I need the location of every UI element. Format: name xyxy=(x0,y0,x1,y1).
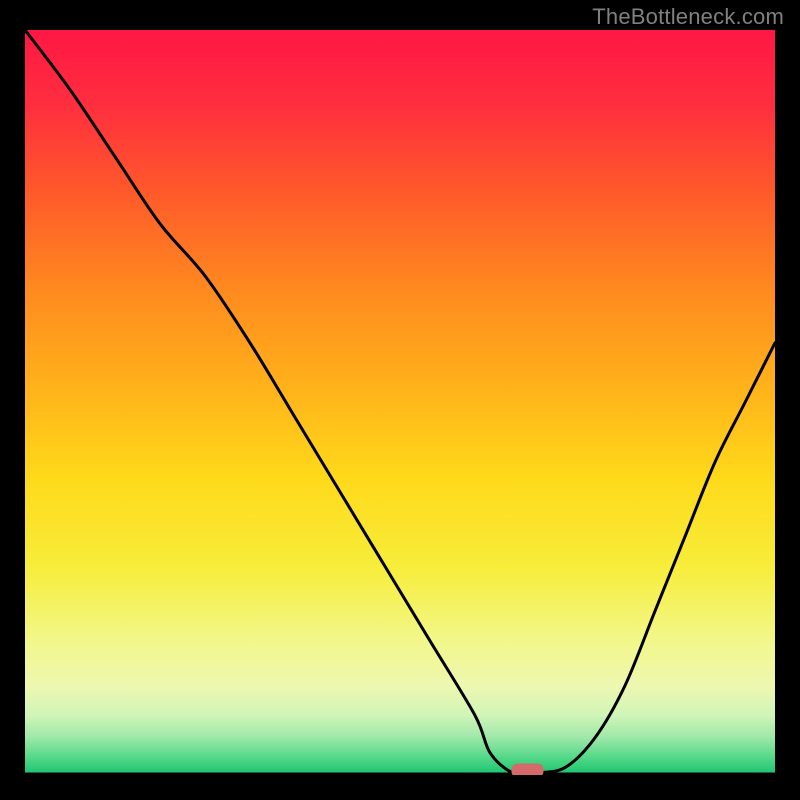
watermark-text: TheBottleneck.com xyxy=(592,4,784,30)
optimal-marker xyxy=(512,764,544,775)
chart-frame xyxy=(25,30,775,775)
chart-svg xyxy=(25,30,775,775)
gradient-background xyxy=(25,30,775,775)
